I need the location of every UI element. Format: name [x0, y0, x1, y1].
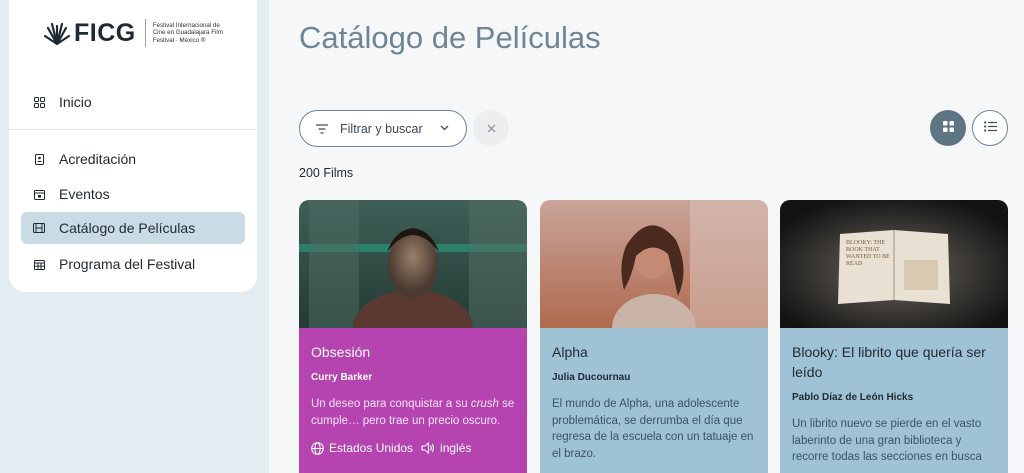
sidebar-item-acreditacion[interactable]: Acreditación	[33, 143, 136, 175]
film-card-body: Alpha Julia Ducournau El mundo de Alpha,…	[540, 328, 768, 473]
sidebar-item-label: Programa del Festival	[59, 256, 196, 272]
film-meta: Estados Unidos inglés	[311, 441, 515, 455]
grid-view-button[interactable]	[930, 110, 966, 146]
speaker-icon	[421, 442, 435, 454]
chevron-down-icon	[439, 122, 450, 136]
film-poster	[540, 200, 768, 362]
page-title: Catálogo de Películas	[299, 20, 601, 55]
sidebar-item-catalogo[interactable]: Catálogo de Películas	[21, 212, 245, 244]
film-synopsis: El mundo de Alpha, una adolescente probl…	[552, 398, 754, 460]
calendar-icon	[33, 188, 45, 200]
clear-filter-button[interactable]	[473, 110, 509, 146]
film-card-obsesion[interactable]: Obsesión Curry Barker Un deseo para conq…	[299, 200, 527, 473]
film-title: Alpha	[552, 344, 588, 360]
filter-search-button[interactable]: Filtrar y buscar	[299, 110, 467, 147]
film-country: Estados Unidos	[329, 441, 414, 455]
film-title: Obsesión	[311, 344, 371, 360]
agave-logo-icon	[44, 22, 70, 46]
film-card-alpha[interactable]: Alpha Julia Ducournau El mundo de Alpha,…	[540, 200, 768, 473]
film-synopsis: Un librito nuevo se pierde en el vasto l…	[792, 418, 982, 463]
film-card-body: Obsesión Curry Barker Un deseo para conq…	[299, 328, 527, 473]
logo-divider	[144, 19, 146, 47]
festival-logo[interactable]: FICG Festival Internacional de Cine en G…	[44, 16, 233, 50]
sidebar-item-inicio[interactable]: Inicio	[33, 86, 92, 118]
films-count: 200 Films	[299, 166, 354, 180]
list-view-icon	[983, 119, 997, 137]
grid-icon	[33, 96, 45, 108]
filter-icon	[316, 123, 328, 134]
grid-view-icon	[942, 119, 954, 137]
list-view-button[interactable]	[972, 110, 1008, 146]
film-director: Curry Barker	[311, 372, 373, 383]
sidebar-item-label: Catálogo de Películas	[59, 220, 196, 236]
calendar-grid-icon	[33, 258, 45, 270]
film-language: inglés	[440, 441, 472, 455]
film-icon	[33, 222, 45, 234]
close-icon	[487, 120, 496, 136]
sidebar-item-eventos[interactable]: Eventos	[33, 178, 110, 210]
film-director: Pablo Díaz de León Hicks	[792, 392, 914, 403]
film-director: Julia Ducournau	[552, 372, 631, 383]
film-poster	[299, 200, 527, 366]
film-card-blooky[interactable]: BLOOKY: THE BOOK THAT WANTED TO BE READ …	[780, 200, 1008, 473]
sidebar-item-label: Inicio	[59, 94, 92, 110]
sidebar-item-label: Eventos	[59, 186, 110, 202]
badge-icon	[33, 153, 45, 165]
filter-label: Filtrar y buscar	[340, 121, 423, 136]
logo-wordmark: FICG	[74, 18, 136, 47]
film-synopsis: Un deseo para conquistar a su crush se c…	[311, 398, 515, 427]
sidebar-item-label: Acreditación	[59, 151, 137, 167]
film-card-body: Blooky: El librito que quería ser leído …	[780, 328, 1008, 473]
globe-icon	[311, 441, 324, 455]
film-title: Blooky: El librito que quería ser leído	[792, 344, 986, 380]
film-poster: BLOOKY: THE BOOK THAT WANTED TO BE READ	[780, 200, 1008, 328]
book-title-text: BLOOKY: THE BOOK THAT WANTED TO BE READ	[846, 240, 890, 267]
sidebar-item-programa[interactable]: Programa del Festival	[33, 248, 195, 280]
logo-subtitle: Festival Internacional de Cine en Guadal…	[152, 21, 223, 44]
